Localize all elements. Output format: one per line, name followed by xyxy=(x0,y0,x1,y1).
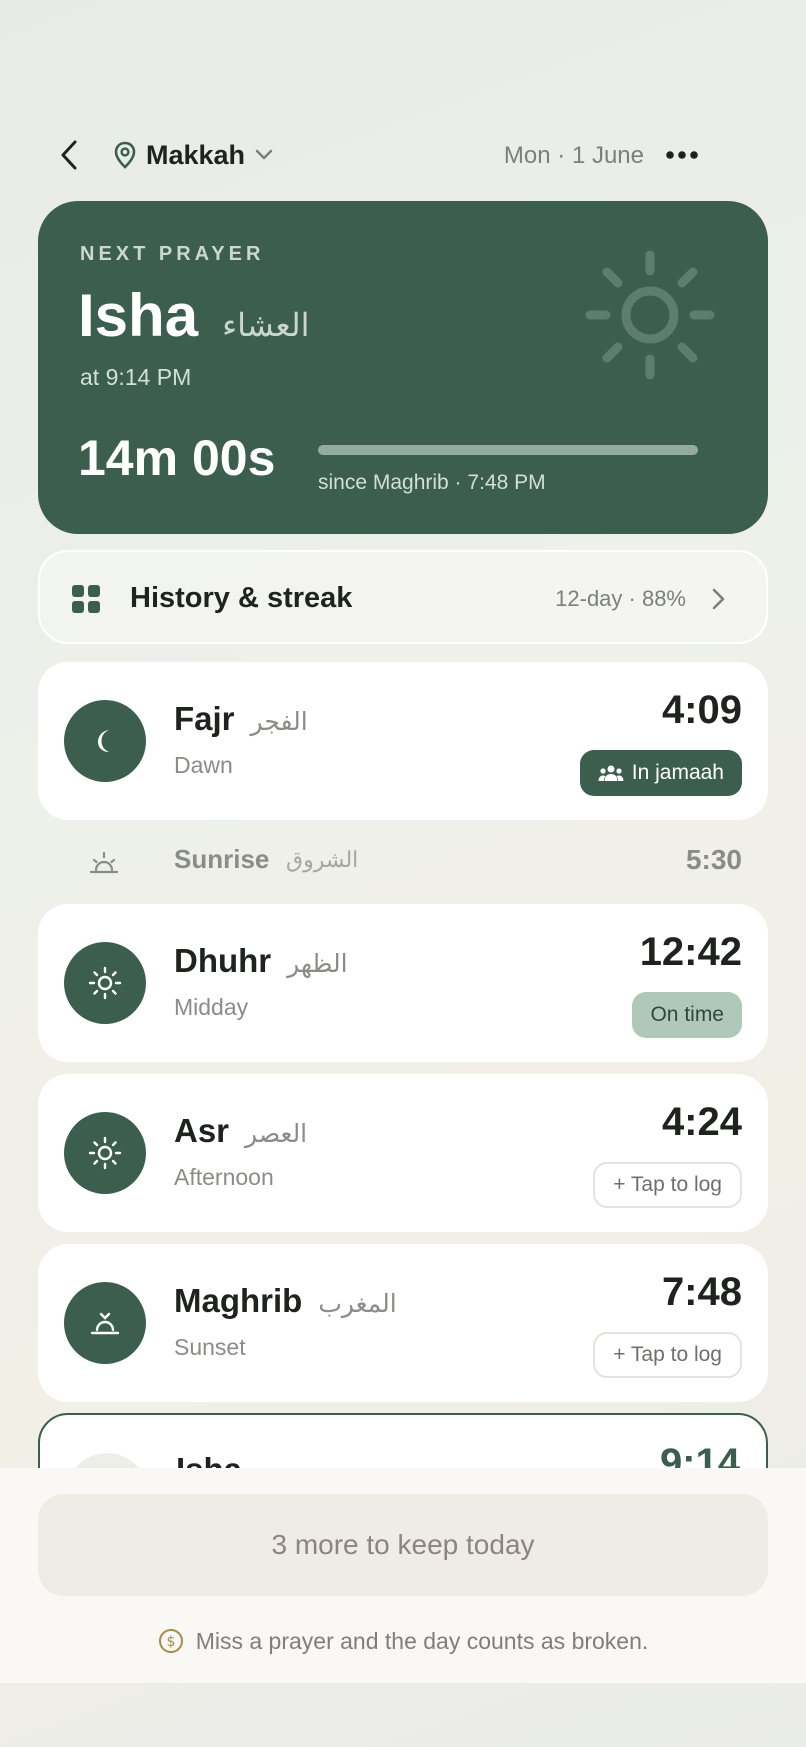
chevron-left-icon xyxy=(61,140,77,170)
prayer-name: Fajr xyxy=(174,700,235,737)
next-prayer-arabic: العشاء xyxy=(222,306,310,344)
prayer-icon-badge xyxy=(64,700,146,782)
prayer-time: 4:24 xyxy=(661,1100,742,1144)
top-bar: Makkah Mon · 1 June xyxy=(0,110,806,200)
history-label: History & streak xyxy=(130,582,353,614)
streak-warning-text: Miss a prayer and the day counts as brok… xyxy=(195,1627,649,1654)
prayer-time: 7:48 xyxy=(661,1270,742,1314)
sunrise-time: 5:30 xyxy=(685,844,742,875)
prayer-subtitle: Midday xyxy=(174,994,249,1020)
tap-to-log-button[interactable]: + Tap to log xyxy=(593,1162,742,1208)
chevron-right-icon xyxy=(712,588,725,610)
next-prayer-eyebrow: NEXT PRAYER xyxy=(80,243,265,265)
progress-bar xyxy=(318,445,698,455)
sunrise-row: Sunrise الشروق 5:30 xyxy=(38,840,768,884)
prayer-card-asr[interactable]: Asr العصر Afternoon 4:24 + Tap to log xyxy=(38,1074,768,1232)
prayer-subtitle: Sunset xyxy=(174,1334,246,1360)
chevron-down-icon xyxy=(255,149,273,160)
prayer-icon-badge xyxy=(64,942,146,1024)
prayer-icon-badge xyxy=(64,1112,146,1194)
prayer-name: Dhuhr xyxy=(174,942,272,979)
prayer-subtitle: Dawn xyxy=(174,752,233,778)
bottom-sheet: 3 more to keep today $ Miss a prayer and… xyxy=(0,1468,806,1683)
countdown-timer: 14m 00s xyxy=(78,430,276,486)
sunrise-icon xyxy=(89,851,119,874)
prayer-name: Asr xyxy=(174,1112,230,1149)
prayer-card-dhuhr[interactable]: Dhuhr الظهر Midday 12:42 On time xyxy=(38,904,768,1062)
prayer-time: 12:42 xyxy=(639,930,742,974)
sun-icon xyxy=(585,250,715,380)
coin-icon: $ xyxy=(158,1629,183,1653)
next-prayer-time: at 9:14 PM xyxy=(80,364,192,390)
sunrise-arabic: الشروق xyxy=(286,848,359,873)
prayer-card-fajr[interactable]: Fajr الفجر Dawn 4:09 In jamaah xyxy=(38,662,768,820)
sunrise-label: Sunrise xyxy=(174,844,270,874)
location-name: Makkah xyxy=(146,139,246,170)
status-label: + Tap to log xyxy=(613,1173,722,1196)
since-label: since Maghrib · 7:48 PM xyxy=(318,471,546,494)
back-button[interactable] xyxy=(52,138,86,172)
sunset-icon xyxy=(90,1312,120,1335)
grid-icon xyxy=(72,585,100,613)
location-pin-icon xyxy=(114,141,136,169)
status-label: On time xyxy=(650,1003,724,1026)
streak-stats: 12-day · 88% xyxy=(555,586,686,611)
more-options-button[interactable] xyxy=(662,138,702,172)
prayer-subtitle: Afternoon xyxy=(174,1164,274,1190)
progress-fill xyxy=(318,445,698,455)
prayer-arabic: الظهر xyxy=(287,949,348,978)
streak-warning: $ Miss a prayer and the day counts as br… xyxy=(0,1626,806,1656)
prayer-arabic: الفجر xyxy=(250,707,308,736)
history-streak-row[interactable]: History & streak 12-day · 88% xyxy=(38,550,768,644)
status-label: + Tap to log xyxy=(613,1343,722,1366)
moon-icon xyxy=(98,730,109,752)
svg-text:$: $ xyxy=(166,1634,175,1650)
location-selector[interactable]: Makkah xyxy=(114,136,273,174)
next-prayer-card: NEXT PRAYER Isha العشاء at 9:14 PM 14m 0… xyxy=(38,201,768,534)
tap-to-log-button[interactable]: + Tap to log xyxy=(593,1332,742,1378)
sun-icon xyxy=(88,966,122,1000)
sun-icon xyxy=(88,1136,122,1170)
prayer-card-maghrib[interactable]: Maghrib المغرب Sunset 7:48 + Tap to log xyxy=(38,1244,768,1402)
status-label: In jamaah xyxy=(631,761,724,784)
prayer-name: Maghrib xyxy=(174,1282,303,1319)
prayer-arabic: العصر xyxy=(245,1119,308,1148)
status-badge-jamaah[interactable]: In jamaah xyxy=(579,750,742,796)
group-icon xyxy=(598,765,624,781)
prayer-arabic: المغرب xyxy=(318,1289,397,1318)
status-badge-on-time[interactable]: On time xyxy=(632,992,742,1038)
more-horizontal-icon xyxy=(666,151,698,159)
next-prayer-name: Isha xyxy=(78,282,199,349)
prayer-time: 4:09 xyxy=(661,688,742,732)
keep-today-button[interactable]: 3 more to keep today xyxy=(38,1494,768,1596)
current-date: Mon · 1 June xyxy=(503,142,644,169)
prayer-icon-badge xyxy=(64,1282,146,1364)
